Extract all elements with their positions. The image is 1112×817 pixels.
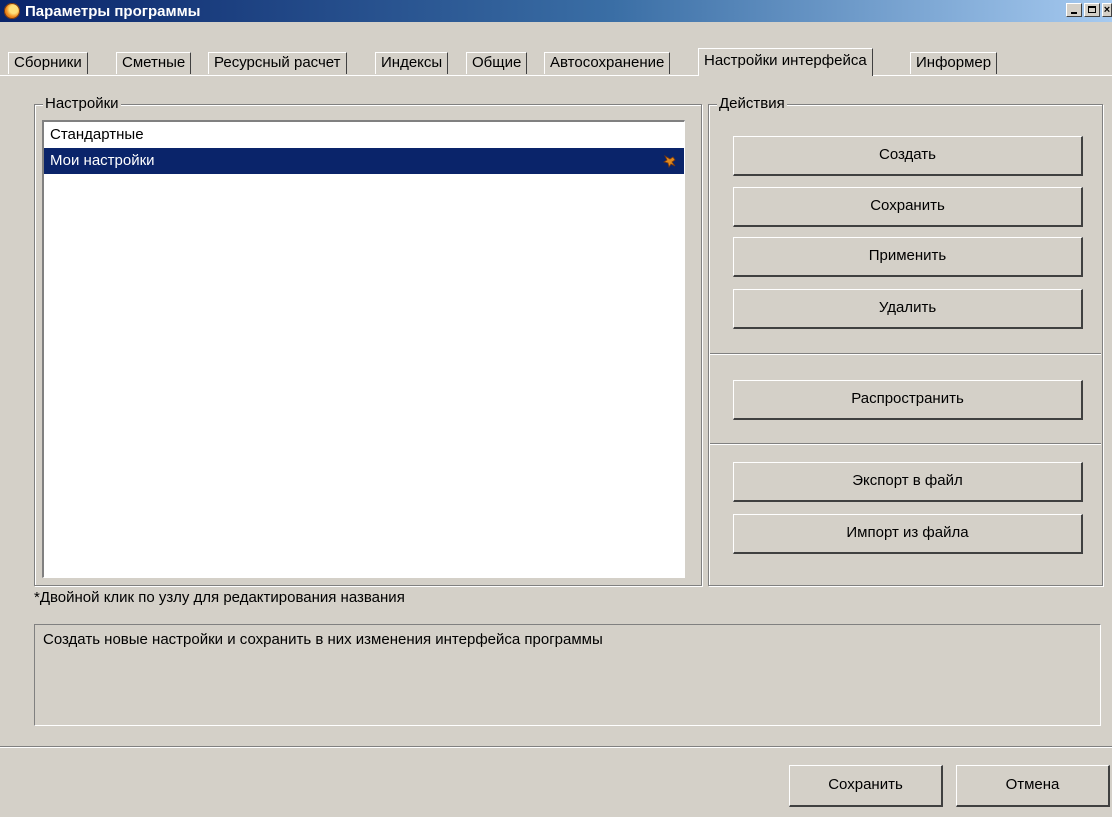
export-button[interactable]: Экспорт в файл <box>733 462 1083 502</box>
tab-general[interactable]: Общие <box>466 52 528 74</box>
footer-divider <box>0 746 1112 747</box>
window-controls: × <box>1066 3 1112 17</box>
tab-strip-border <box>0 75 1112 76</box>
distribute-button[interactable]: Распространить <box>733 380 1083 420</box>
maximize-icon <box>1088 6 1096 13</box>
maximize-button[interactable] <box>1084 3 1100 17</box>
title-bar: Параметры программы × <box>0 0 1112 22</box>
tab-resource-calc[interactable]: Ресурсный расчет <box>208 52 347 74</box>
create-button[interactable]: Создать <box>733 136 1083 176</box>
delete-button[interactable]: Удалить <box>733 289 1083 329</box>
list-item-selected[interactable]: Мои настройки <box>44 148 684 174</box>
window-title: Параметры программы <box>25 2 201 20</box>
settings-group-legend: Настройки <box>43 95 121 113</box>
tab-autosave[interactable]: Автосохранение <box>544 52 671 74</box>
settings-list[interactable]: Стандартные Мои настройки <box>42 120 685 578</box>
apply-button[interactable]: Применить <box>733 237 1083 277</box>
save-settings-button[interactable]: Сохранить <box>733 187 1083 227</box>
description-panel: Создать новые настройки и сохранить в ни… <box>34 624 1101 726</box>
minimize-button[interactable] <box>1066 3 1082 17</box>
cancel-button[interactable]: Отмена <box>956 765 1110 807</box>
pin-icon <box>663 154 676 168</box>
list-item-label: Мои настройки <box>50 152 155 169</box>
tab-interface-settings[interactable]: Настройки интерфейса <box>698 48 873 76</box>
tab-informer[interactable]: Информер <box>910 52 998 74</box>
actions-group-legend: Действия <box>717 95 787 113</box>
save-button[interactable]: Сохранить <box>789 765 943 807</box>
separator <box>710 353 1101 354</box>
tab-estimates[interactable]: Сметные <box>116 52 192 74</box>
tab-indexes[interactable]: Индексы <box>375 52 449 74</box>
import-button[interactable]: Импорт из файла <box>733 514 1083 554</box>
separator <box>710 443 1101 444</box>
close-button[interactable]: × <box>1102 3 1112 17</box>
list-item[interactable]: Стандартные <box>44 122 684 148</box>
app-logo-icon <box>4 3 20 19</box>
description-text: Создать новые настройки и сохранить в ни… <box>43 631 603 648</box>
list-item-label: Стандартные <box>50 126 144 143</box>
tab-collections[interactable]: Сборники <box>8 52 88 74</box>
minimize-icon <box>1071 12 1077 14</box>
edit-hint: *Двойной клик по узлу для редактирования… <box>34 589 405 606</box>
